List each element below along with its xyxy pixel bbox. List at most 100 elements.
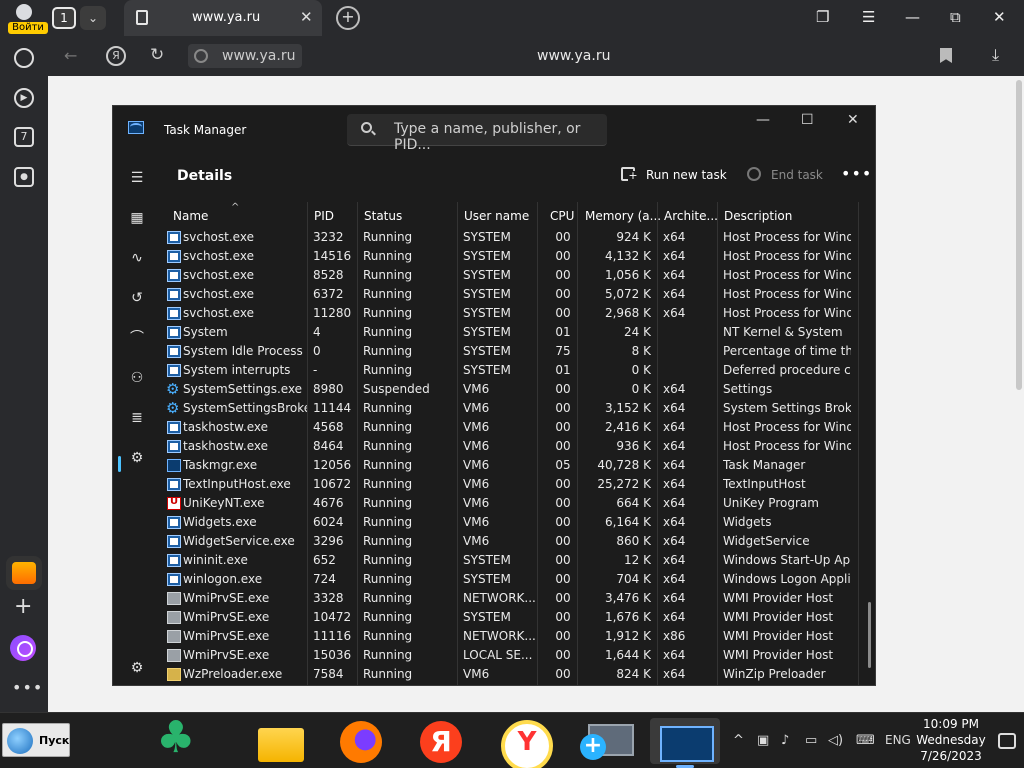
tm-maximize-icon[interactable]: ☐ bbox=[801, 112, 814, 128]
menu-icon[interactable]: ☰ bbox=[862, 8, 875, 26]
column-header-memory[interactable]: Memory (a... bbox=[585, 209, 661, 223]
cell-description: System Settings Broker bbox=[723, 401, 851, 415]
processes-icon[interactable]: ▦ bbox=[129, 210, 145, 226]
column-header-description[interactable]: Description bbox=[724, 209, 792, 223]
table-row[interactable]: UniKeyNT.exe 4676 Running VM6 00 664 K x64 UniK… bbox=[161, 494, 865, 513]
table-row[interactable]: svchost.exe 8528 Running SYSTEM 00 1,056 K x64… bbox=[161, 266, 865, 285]
column-header-cpu[interactable]: CPU bbox=[550, 209, 574, 223]
cell-name: WzPreloader.exe bbox=[183, 667, 283, 681]
back-arrow-icon[interactable]: ← bbox=[64, 46, 77, 65]
yandex-icon[interactable]: Я bbox=[106, 46, 126, 66]
network-icon[interactable]: ▭ bbox=[805, 733, 817, 748]
tray-chevron-up-icon[interactable]: ^ bbox=[733, 733, 744, 748]
cell-user: SYSTEM bbox=[463, 287, 511, 301]
table-row[interactable]: winlogon.exe 724 Running SYSTEM 00 704 K x64 Wi… bbox=[161, 570, 865, 589]
table-row[interactable]: taskhostw.exe 8464 Running VM6 00 936 K x64 Hos… bbox=[161, 437, 865, 456]
language-indicator[interactable]: ENG bbox=[885, 733, 911, 747]
table-row[interactable]: WmiPrvSE.exe 3328 Running NETWORK... 00 3,476… bbox=[161, 589, 865, 608]
yandex-browser-icon[interactable] bbox=[498, 718, 553, 768]
table-row[interactable]: System Idle Process 0 Running SYSTEM 75 8 K Pe… bbox=[161, 342, 865, 361]
tab-dropdown-button[interactable]: ⌄ bbox=[80, 6, 106, 30]
app-history-icon[interactable]: ↺ bbox=[129, 290, 145, 306]
calendar-icon[interactable]: 7 bbox=[14, 127, 34, 147]
table-row[interactable]: svchost.exe 3232 Running SYSTEM 00 924 K x64 Ho… bbox=[161, 228, 865, 247]
column-header-pid[interactable]: PID bbox=[314, 209, 334, 223]
address-chip[interactable]: www.ya.ru bbox=[188, 44, 302, 68]
mail-app-button[interactable] bbox=[6, 556, 42, 590]
new-tab-button[interactable]: + bbox=[336, 6, 360, 30]
performance-icon[interactable]: ∿ bbox=[129, 250, 145, 266]
clock[interactable]: 10:09 PM Wednesday 7/26/2023 bbox=[916, 716, 986, 764]
clover-app-icon[interactable] bbox=[148, 712, 198, 764]
column-header-status[interactable]: Status bbox=[364, 209, 402, 223]
task-manager-taskbar-icon[interactable] bbox=[650, 718, 720, 764]
cell-pid: 11280 bbox=[313, 306, 352, 320]
table-row[interactable]: System 4 Running SYSTEM 01 24 K NT Kernel & Sy… bbox=[161, 323, 865, 342]
cell-memory: 1,644 K bbox=[604, 648, 651, 662]
login-button[interactable]: Войти bbox=[8, 4, 48, 34]
table-row[interactable]: Widgets.exe 6024 Running VM6 00 6,164 K x64 Wid… bbox=[161, 513, 865, 532]
table-row[interactable]: System interrupts - Running SYSTEM 01 0 K Defe… bbox=[161, 361, 865, 380]
remote-desktop-icon[interactable] bbox=[580, 718, 634, 764]
startup-apps-icon[interactable]: ⌒ bbox=[129, 330, 145, 346]
table-row[interactable]: WmiPrvSE.exe 10472 Running SYSTEM 00 1,676 K x… bbox=[161, 608, 865, 627]
restore-icon[interactable]: ⧉ bbox=[950, 8, 961, 26]
settings-gear-icon[interactable]: ⚙ bbox=[129, 660, 145, 676]
table-row[interactable]: WmiPrvSE.exe 11116 Running NETWORK... 00 1,91… bbox=[161, 627, 865, 646]
tray-app-icon[interactable]: ▣ bbox=[757, 733, 769, 748]
details-icon[interactable]: ≣ bbox=[129, 410, 145, 426]
close-window-icon[interactable]: ✕ bbox=[993, 8, 1006, 26]
users-icon[interactable]: ⚇ bbox=[129, 370, 145, 386]
browser-tab-active[interactable]: www.ya.ru ✕ bbox=[124, 0, 322, 36]
column-header-architecture[interactable]: Archite... bbox=[664, 209, 718, 223]
tab-count-button[interactable]: 1 bbox=[52, 7, 76, 29]
keyboard-icon[interactable]: ⌨ bbox=[856, 733, 875, 748]
services-icon[interactable]: ⚙ bbox=[129, 450, 145, 466]
download-icon[interactable]: ⤓ bbox=[992, 45, 999, 65]
cell-name: WmiPrvSE.exe bbox=[183, 610, 270, 624]
table-row[interactable]: svchost.exe 6372 Running SYSTEM 00 5,072 K x64… bbox=[161, 285, 865, 304]
table-row[interactable]: svchost.exe 11280 Running SYSTEM 00 2,968 K x6… bbox=[161, 304, 865, 323]
microphone-icon[interactable]: ♪ bbox=[781, 733, 789, 748]
tabs-icon[interactable]: ❐ bbox=[816, 8, 829, 26]
cell-status: Running bbox=[363, 496, 413, 510]
table-row[interactable]: WzPreloader.exe 7584 Running VM6 00 824 K x64 W… bbox=[161, 665, 865, 684]
table-row[interactable]: svchost.exe 14516 Running SYSTEM 00 4,132 K x6… bbox=[161, 247, 865, 266]
tm-minimize-icon[interactable]: — bbox=[756, 112, 770, 128]
table-row[interactable]: wininit.exe 652 Running SYSTEM 00 12 K x64 Wind… bbox=[161, 551, 865, 570]
cell-name: TextInputHost.exe bbox=[183, 477, 291, 491]
address-title[interactable]: www.ya.ru bbox=[537, 48, 610, 64]
table-row[interactable]: WmiPrvSE.exe 15036 Running LOCAL SE... 00 1,6… bbox=[161, 646, 865, 665]
table-row[interactable]: SystemSettings.exe 8980 Suspended VM6 00 0 K x… bbox=[161, 380, 865, 399]
file-explorer-icon[interactable] bbox=[256, 718, 306, 764]
more-options-icon[interactable]: ••• bbox=[841, 164, 872, 183]
firefox-icon[interactable] bbox=[336, 718, 386, 764]
alice-assistant-icon[interactable] bbox=[10, 635, 36, 661]
notification-icon[interactable] bbox=[998, 733, 1016, 749]
winzip-icon bbox=[167, 668, 181, 681]
column-header-name[interactable]: Name bbox=[173, 209, 208, 223]
table-row[interactable]: Taskmgr.exe 12056 Running VM6 05 40,728 K x64 T… bbox=[161, 456, 865, 475]
history-clock-icon[interactable] bbox=[14, 48, 34, 68]
table-scrollbar[interactable] bbox=[868, 602, 871, 668]
play-icon[interactable]: ▶ bbox=[14, 88, 34, 108]
page-scrollbar[interactable] bbox=[1016, 80, 1022, 390]
add-sidebar-icon[interactable]: + bbox=[14, 594, 32, 619]
hamburger-icon[interactable]: ☰ bbox=[129, 170, 145, 186]
camera-icon[interactable]: ● bbox=[14, 167, 34, 187]
more-dots-icon[interactable]: ••• bbox=[12, 678, 43, 697]
volume-icon[interactable]: ◁) bbox=[828, 733, 843, 748]
close-tab-icon[interactable]: ✕ bbox=[300, 8, 313, 26]
task-manager-titlebar[interactable]: Task Manager Type a name, publisher, or … bbox=[113, 106, 875, 153]
start-button[interactable]: Пуск bbox=[2, 723, 70, 757]
table-row[interactable]: TextInputHost.exe 10672 Running VM6 00 25,272… bbox=[161, 475, 865, 494]
reload-icon[interactable]: ↻ bbox=[150, 45, 164, 65]
column-header-user[interactable]: User name bbox=[464, 209, 529, 223]
yandex-app-icon[interactable] bbox=[416, 718, 466, 764]
search-input[interactable]: Type a name, publisher, or PID... bbox=[347, 114, 607, 153]
tm-close-icon[interactable]: ✕ bbox=[847, 112, 859, 128]
table-row[interactable]: SystemSettingsBroke... 11144 Running VM6 00 3… bbox=[161, 399, 865, 418]
table-row[interactable]: taskhostw.exe 4568 Running VM6 00 2,416 K x64 H… bbox=[161, 418, 865, 437]
minimize-icon[interactable]: — bbox=[905, 8, 920, 26]
table-row[interactable]: WidgetService.exe 3296 Running VM6 00 860 K x6… bbox=[161, 532, 865, 551]
